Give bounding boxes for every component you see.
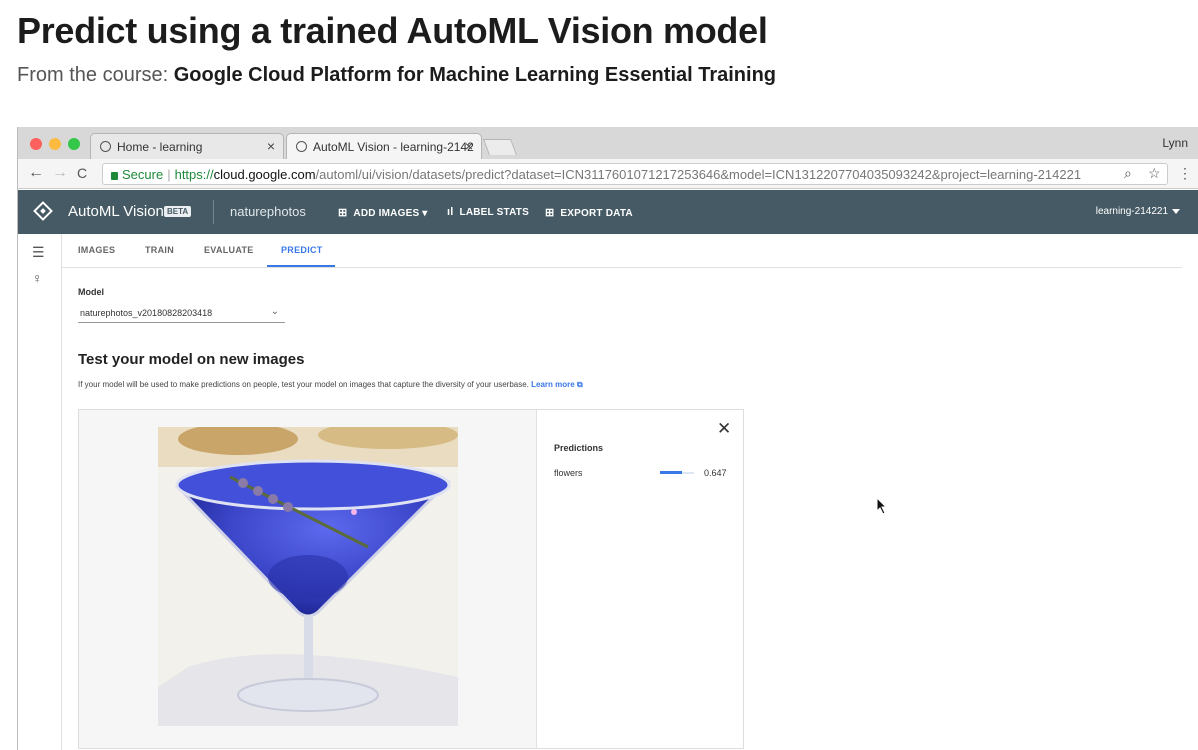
- grid-icon: ⊞: [545, 207, 555, 219]
- close-window-button[interactable]: [30, 138, 42, 150]
- browser-window: Home - learning × AutoML Vision - learni…: [17, 127, 1198, 750]
- tab-label: Home - learning: [117, 140, 203, 154]
- prediction-score: 0.647: [704, 468, 727, 478]
- project-selector[interactable]: learning-214221: [1096, 206, 1168, 217]
- app-name[interactable]: AutoML Vision: [68, 203, 164, 220]
- browser-tabbar: Home - learning × AutoML Vision - learni…: [18, 127, 1198, 159]
- menu-icon[interactable]: ⋮: [1178, 165, 1192, 182]
- export-data-button[interactable]: ⊞ EXPORT DATA: [545, 206, 633, 219]
- tab-evaluate[interactable]: EVALUATE: [204, 245, 254, 255]
- course-link[interactable]: Google Cloud Platform for Machine Learni…: [174, 64, 776, 86]
- tab-label: AutoML Vision - learning-2142: [313, 140, 474, 154]
- maximize-window-button[interactable]: [68, 138, 80, 150]
- forward-icon[interactable]: →: [52, 164, 68, 182]
- chevron-down-icon[interactable]: [1172, 209, 1180, 214]
- subtitle-prefix: From the course:: [17, 64, 174, 86]
- add-icon: ⊞: [338, 207, 348, 219]
- tab-predict[interactable]: PREDICT: [281, 245, 323, 255]
- app-header: AutoML Vision BETA naturephotos ⊞ ADD IMA…: [18, 190, 1198, 234]
- beta-badge: BETA: [164, 206, 192, 217]
- url-scheme: https://: [174, 167, 214, 182]
- url-host: cloud.google.com: [213, 167, 316, 182]
- bar-chart-icon: ıl: [447, 206, 454, 218]
- mouse-cursor-icon: [876, 497, 888, 515]
- learn-more-link[interactable]: Learn more: [531, 380, 575, 389]
- dataset-name: naturephotos: [230, 204, 306, 219]
- prediction-bar: [660, 471, 682, 474]
- url-field[interactable]: Secure | https://cloud.google.com/automl/u…: [102, 163, 1168, 185]
- star-icon[interactable]: ☆: [1148, 165, 1161, 182]
- browser-tab-home[interactable]: Home - learning ×: [90, 133, 284, 159]
- close-tab-icon[interactable]: ×: [267, 138, 275, 154]
- tab-images[interactable]: IMAGES: [78, 245, 115, 255]
- model-label: Model: [78, 287, 104, 297]
- close-icon[interactable]: ✕: [717, 419, 731, 439]
- page-title: Predict using a trained AutoML Vision mo…: [17, 10, 768, 51]
- label-stats-button[interactable]: ıl LABEL STATS: [447, 206, 529, 218]
- model-select[interactable]: naturephotos_v20180828203418 ⌄: [78, 305, 285, 323]
- url-path: /automl/ui/vision/datasets/predict?datas…: [315, 167, 1082, 182]
- add-images-button[interactable]: ⊞ ADD IMAGES ▾: [338, 206, 428, 219]
- new-tab-button[interactable]: [483, 139, 517, 155]
- lock-icon: [111, 172, 118, 180]
- active-tab-indicator: [267, 265, 335, 267]
- header-divider: [213, 200, 214, 224]
- uploaded-image: [158, 427, 458, 726]
- browser-user[interactable]: Lynn: [1162, 136, 1188, 150]
- test-heading: Test your model on new images: [78, 351, 305, 368]
- image-preview-area: [79, 410, 537, 748]
- predictions-title: Predictions: [554, 443, 604, 453]
- external-link-icon[interactable]: ⧉: [577, 380, 583, 389]
- lightbulb-icon[interactable]: ♀: [32, 270, 43, 286]
- globe-icon: [100, 141, 111, 152]
- prediction-label: flowers: [554, 468, 583, 478]
- zoom-icon[interactable]: ⌕: [1124, 165, 1132, 182]
- minimize-window-button[interactable]: [49, 138, 61, 150]
- page-tabs: IMAGES TRAIN EVALUATE PREDICT: [62, 234, 1182, 268]
- close-tab-icon[interactable]: ×: [465, 138, 473, 154]
- chevron-down-icon: ⌄: [270, 306, 279, 317]
- secure-label: Secure: [122, 167, 164, 182]
- browser-tab-automl[interactable]: AutoML Vision - learning-2142 ×: [286, 133, 482, 159]
- left-rail: ☰ ♀: [18, 234, 62, 750]
- tab-train[interactable]: TRAIN: [145, 245, 174, 255]
- address-bar-row: ← → C Secure | https://cloud.google.com/au…: [18, 159, 1198, 189]
- reload-icon[interactable]: C: [77, 165, 87, 181]
- course-subtitle: From the course: Google Cloud Platform f…: [17, 64, 776, 87]
- model-value: naturephotos_v20180828203418: [80, 308, 213, 318]
- automl-logo-icon[interactable]: [33, 201, 53, 221]
- prediction-card: ✕ Predictions flowers 0.647: [78, 409, 744, 749]
- back-icon[interactable]: ←: [28, 164, 44, 182]
- list-icon[interactable]: ☰: [32, 244, 45, 261]
- diversity-hint: If your model will be used to make predi…: [78, 380, 583, 389]
- globe-icon: [296, 141, 307, 152]
